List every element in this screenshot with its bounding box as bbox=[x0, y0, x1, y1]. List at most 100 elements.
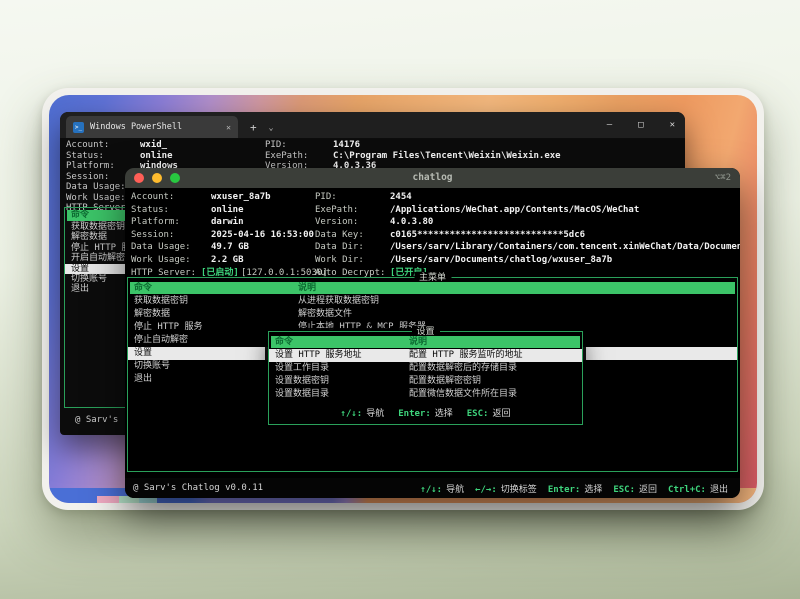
info-label: ExePath: bbox=[315, 204, 358, 217]
info-label: Version: bbox=[315, 216, 358, 229]
powershell-titlebar: >_ Windows PowerShell ✕ + ⌄ – □ ✕ bbox=[60, 112, 685, 138]
info-row: Data Usage: 49.7 GB Data Dir: /Users/sar… bbox=[125, 241, 740, 254]
wallpaper-chip bbox=[97, 496, 119, 503]
hint-label: 选择 bbox=[584, 485, 602, 495]
menu-item-cmd: 停止自动解密 bbox=[134, 334, 188, 347]
popup-item-cmd: 设置数据密钥 bbox=[275, 375, 329, 388]
maximize-button[interactable]: □ bbox=[638, 120, 643, 130]
info-label: Account: bbox=[66, 140, 109, 151]
popup-item-desc: 配置微信数据文件所在目录 bbox=[409, 388, 517, 401]
info-label: Session: bbox=[66, 172, 109, 183]
tab-dropdown-icon[interactable]: ⌄ bbox=[269, 123, 274, 132]
info-value: 14176 bbox=[333, 140, 360, 151]
info-value: c0165***************************5dc6 bbox=[390, 229, 585, 242]
hint: ↑/↓: 导航 bbox=[420, 482, 464, 495]
menu-item-cmd: 退出 bbox=[134, 373, 152, 386]
hint-key: Ctrl+C: bbox=[668, 485, 706, 495]
menu-header-desc: 说明 bbox=[298, 282, 316, 294]
popup-header: 命令 说明 bbox=[271, 336, 580, 348]
popup-item[interactable]: 设置工作目录 配置数据解密后的存储目录 bbox=[269, 362, 582, 375]
hint: ESC:返回 bbox=[467, 406, 511, 419]
popup-item-selected[interactable]: 设置 HTTP 服务地址 配置 HTTP 服务监听的地址 bbox=[269, 349, 582, 362]
popup-item-desc: 配置数据解密后的存储目录 bbox=[409, 362, 517, 375]
popup-item-cmd: 设置数据目录 bbox=[275, 388, 329, 401]
info-row: Account: wxuser_8a7b PID: 2454 bbox=[125, 191, 740, 204]
window-shortcut-badge: ⌥⌘2 bbox=[715, 168, 731, 188]
hint: Enter: 选择 bbox=[398, 406, 453, 419]
info-label: Status: bbox=[66, 151, 104, 162]
menu-header-cmd: 命令 bbox=[71, 210, 89, 221]
info-label: PID: bbox=[315, 191, 337, 204]
minimize-button[interactable]: – bbox=[607, 120, 612, 130]
info-label: Data Dir: bbox=[315, 241, 364, 254]
info-value: 2.2 GB bbox=[211, 254, 244, 267]
popup-item-desc: 配置数据解密密钥 bbox=[409, 375, 481, 388]
info-value: wxid_ bbox=[140, 140, 167, 151]
hint-label: 选择 bbox=[435, 409, 453, 419]
chatlog-terminal: Account: wxuser_8a7b PID: 2454 Status: o… bbox=[125, 188, 740, 498]
info-value: darwin bbox=[211, 216, 244, 229]
info-row: Session: 2025-04-16 16:53:00 Data Key: c… bbox=[125, 229, 740, 242]
info-label: Data Usage: bbox=[66, 182, 126, 193]
menu-header-cmd: 命令 bbox=[134, 282, 152, 294]
info-row: Work Usage: 2.2 GB Work Dir: /Users/sarv… bbox=[125, 254, 740, 267]
info-value: 49.7 GB bbox=[211, 241, 249, 254]
info-label: Status: bbox=[131, 204, 169, 217]
info-label: Work Usage: bbox=[66, 193, 126, 204]
hint-label: 切换标签 bbox=[501, 485, 537, 495]
info-label: Work Dir: bbox=[315, 254, 364, 267]
popup-item-cmd: 设置工作目录 bbox=[275, 362, 329, 375]
info-value: /Applications/WeChat.app/Contents/MacOS/… bbox=[390, 204, 639, 217]
popup-item[interactable]: 设置数据目录 配置微信数据文件所在目录 bbox=[269, 388, 582, 401]
hint-key: ESC: bbox=[467, 409, 489, 419]
tab-title: Windows PowerShell bbox=[90, 122, 182, 132]
info-row: Status: online ExePath: /Applications/We… bbox=[125, 204, 740, 217]
new-tab-button[interactable]: + bbox=[250, 121, 257, 134]
menu-item-cmd: 设置 bbox=[134, 347, 152, 360]
info-value: 2025-04-16 16:53:00 bbox=[211, 229, 314, 242]
window-title: chatlog bbox=[125, 168, 740, 188]
hint-label: 导航 bbox=[366, 409, 384, 419]
popup-item-cmd: 设置 HTTP 服务地址 bbox=[275, 349, 362, 362]
hint-key: ↑/↓: bbox=[420, 485, 442, 495]
menu-item-cmd: 获取数据密钥 bbox=[134, 295, 188, 308]
info-value: 2454 bbox=[390, 191, 412, 204]
menu-item-desc: 解密数据文件 bbox=[298, 308, 352, 321]
info-label: Data Key: bbox=[315, 229, 364, 242]
hint-key: Enter: bbox=[548, 485, 581, 495]
hint: ←/→:切换标签 bbox=[475, 482, 537, 495]
tab-close-icon[interactable]: ✕ bbox=[226, 123, 231, 132]
info-label: Session: bbox=[131, 229, 174, 242]
tab-windows-powershell[interactable]: >_ Windows PowerShell ✕ bbox=[66, 116, 238, 138]
popup-hint-bar: ↑/↓:导航 Enter: 选择 ESC:返回 bbox=[269, 406, 582, 419]
info-label: Data Usage: bbox=[131, 241, 191, 254]
hint: ↑/↓:导航 bbox=[341, 406, 385, 419]
info-label: Work Usage: bbox=[131, 254, 191, 267]
info-value: online bbox=[140, 151, 173, 162]
info-value: /Users/sarv/Library/Containers/com.tence… bbox=[390, 241, 740, 254]
window-controls: – □ ✕ bbox=[607, 112, 675, 138]
app-version-text: @ Sarv's Chatlog v0.0.11 bbox=[133, 478, 263, 498]
info-value: 4.0.3.80 bbox=[390, 216, 433, 229]
info-value: /Users/sarv/Documents/chatlog/wxuser_8a7… bbox=[390, 254, 612, 267]
menu-item-cmd: 停止 HTTP 服务 bbox=[134, 321, 203, 334]
info-label: Platform: bbox=[66, 161, 115, 172]
info-value: C:\Program Files\Tencent\Weixin\Weixin.e… bbox=[333, 151, 561, 162]
menu-item-desc: 从进程获取数据密钥 bbox=[298, 295, 379, 308]
hint: ESC:返回 bbox=[613, 482, 657, 495]
menu-item[interactable]: 解密数据 解密数据文件 bbox=[128, 308, 737, 321]
popup-item[interactable]: 设置数据密钥 配置数据解密密钥 bbox=[269, 375, 582, 388]
hint-key: Enter: bbox=[398, 409, 431, 419]
chatlog-titlebar: chatlog ⌥⌘2 bbox=[125, 168, 740, 188]
popup-header-desc: 说明 bbox=[409, 336, 427, 348]
close-button[interactable]: ✕ bbox=[670, 120, 675, 130]
info-row: Account: wxid_ PID: 14176 bbox=[60, 140, 685, 151]
hint-key: ESC: bbox=[613, 485, 635, 495]
chatlog-statusbar: @ Sarv's Chatlog v0.0.11 ↑/↓: 导航 ←/→:切换标签… bbox=[125, 478, 740, 498]
settings-popup: 设置 命令 说明 设置 HTTP 服务地址 配置 HTTP 服务监听的地址 设置… bbox=[268, 331, 583, 425]
hint-label: 导航 bbox=[446, 485, 464, 495]
info-label: ExePath: bbox=[265, 151, 308, 162]
menu-item[interactable]: 获取数据密钥 从进程获取数据密钥 bbox=[128, 295, 737, 308]
info-value: online bbox=[211, 204, 244, 217]
statusbar-hints: ↑/↓:导航 ←/→:切换标签 Enter:选择 ESC:返回 Ctrl+C:退… bbox=[420, 478, 728, 498]
